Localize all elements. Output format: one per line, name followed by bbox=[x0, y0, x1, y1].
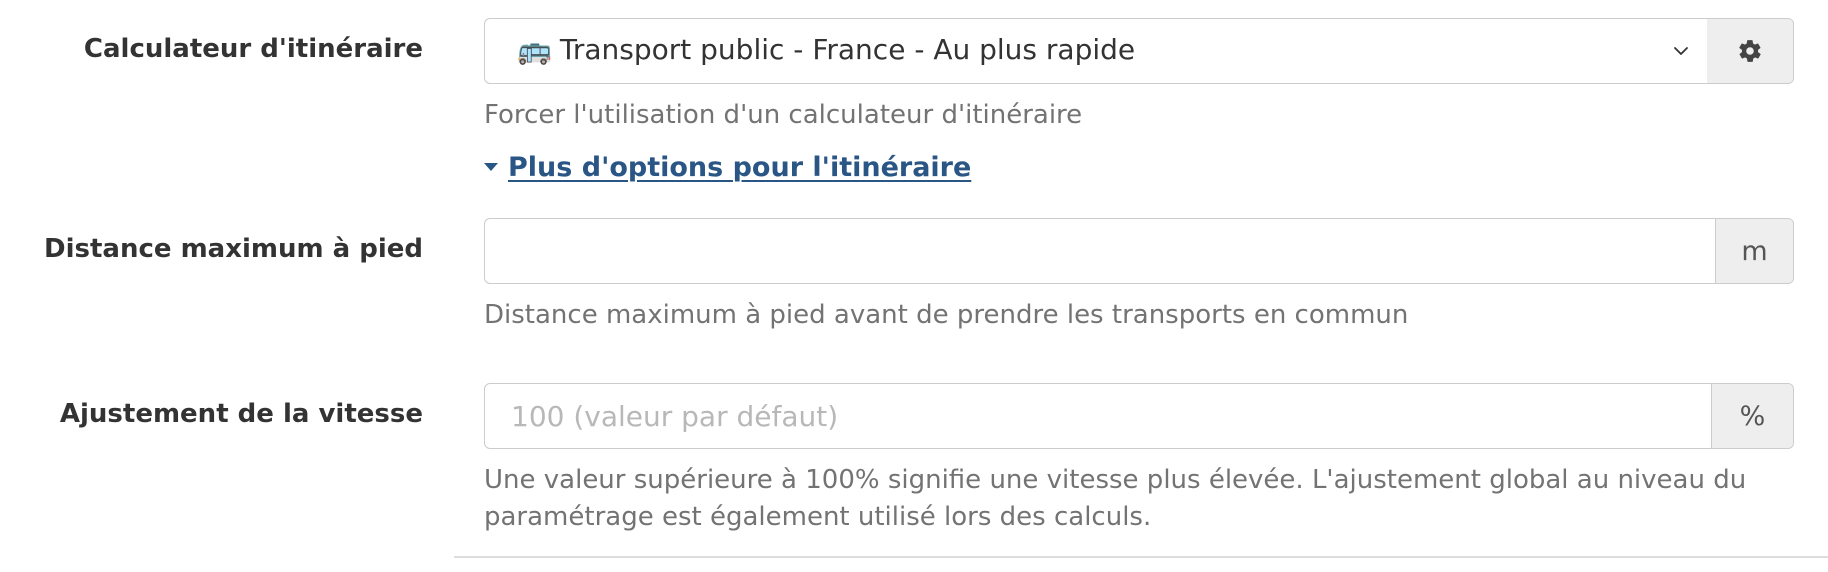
max-walk-label: Distance maximum à pied bbox=[44, 234, 423, 264]
routing-settings-button[interactable] bbox=[1707, 19, 1793, 83]
more-options-link[interactable]: Plus d'options pour l'itinéraire bbox=[484, 152, 971, 183]
speed-help-text: Une valeur supérieure à 100% signifie un… bbox=[484, 465, 1747, 532]
gear-icon bbox=[1739, 40, 1761, 62]
chevron-down-icon bbox=[1674, 47, 1688, 55]
caret-down-icon bbox=[484, 162, 498, 171]
speed-input-group: % bbox=[484, 383, 1794, 449]
bus-icon: 🚌 bbox=[517, 33, 552, 66]
speed-unit: % bbox=[1711, 384, 1793, 448]
routing-select-group: 🚌 Transport public - France - Au plus rap… bbox=[484, 18, 1794, 84]
routing-select[interactable]: 🚌 Transport public - France - Au plus rap… bbox=[485, 19, 1708, 83]
more-options-label: Plus d'options pour l'itinéraire bbox=[508, 152, 972, 183]
section-divider bbox=[454, 556, 1828, 558]
routing-selected-value: 🚌 Transport public - France - Au plus rap… bbox=[517, 33, 1135, 66]
routing-label: Calculateur d'itinéraire bbox=[83, 34, 423, 64]
speed-label: Ajustement de la vitesse bbox=[59, 399, 423, 429]
max-walk-unit: m bbox=[1715, 219, 1793, 283]
max-walk-help-text: Distance maximum à pied avant de prendre… bbox=[484, 300, 1409, 330]
max-walk-input[interactable] bbox=[485, 219, 1715, 283]
routing-selected-label: Transport public - France - Au plus rapi… bbox=[559, 33, 1136, 66]
speed-input[interactable] bbox=[485, 384, 1713, 448]
routing-help-text: Forcer l'utilisation d'un calculateur d'… bbox=[484, 100, 1083, 130]
max-walk-input-group: m bbox=[484, 218, 1794, 284]
